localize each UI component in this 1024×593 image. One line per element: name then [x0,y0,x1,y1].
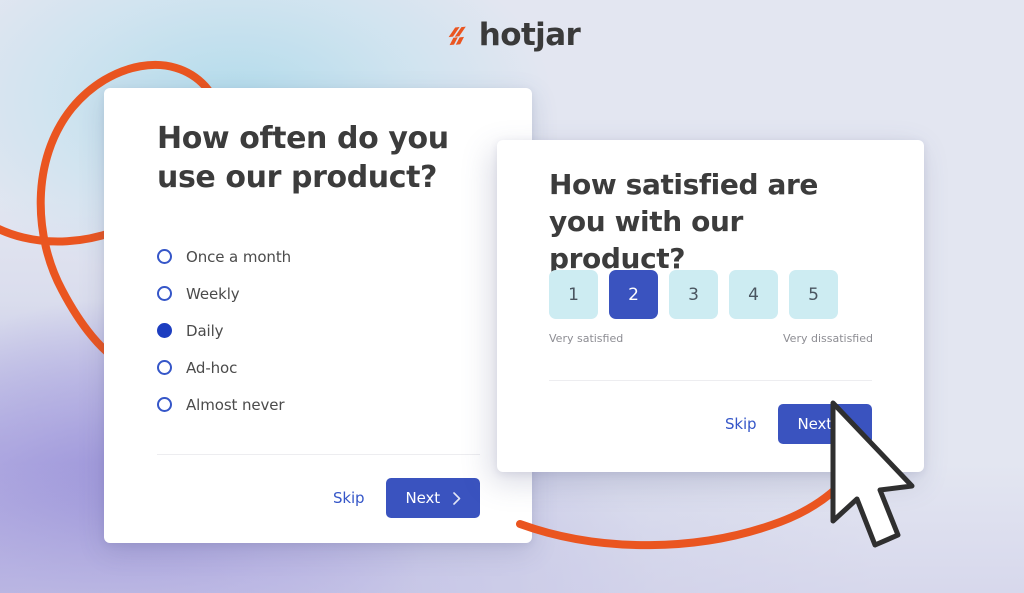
radio-unchecked-icon[interactable] [157,249,172,264]
usage-card-divider [157,454,480,455]
survey-promo-scene: hotjar How often do you use our product?… [0,0,1024,593]
rating-option-2-selected[interactable]: 2 [609,270,658,319]
usage-next-button-label: Next [405,489,440,507]
chevron-right-icon [845,417,853,431]
usage-option-daily[interactable]: Daily [157,312,477,349]
usage-option-label: Daily [186,321,224,340]
rating-option-1[interactable]: 1 [549,270,598,319]
usage-option-ad-hoc[interactable]: Ad-hoc [157,349,477,386]
usage-option-label: Almost never [186,395,285,414]
hotjar-logo: hotjar [0,20,1024,51]
usage-option-almost-never[interactable]: Almost never [157,386,477,423]
usage-next-button[interactable]: Next [386,478,480,518]
hotjar-wordmark: hotjar [478,17,581,53]
radio-unchecked-icon[interactable] [157,286,172,301]
satisfaction-card-footer: Skip Next [725,404,872,444]
satisfaction-next-button[interactable]: Next [778,404,872,444]
rating-option-3[interactable]: 3 [669,270,718,319]
usage-option-weekly[interactable]: Weekly [157,275,477,312]
rating-option-4[interactable]: 4 [729,270,778,319]
usage-option-label: Ad-hoc [186,358,238,377]
satisfaction-card-divider [549,380,872,381]
usage-option-once-a-month[interactable]: Once a month [157,238,477,275]
hotjar-logo-mark [448,26,466,45]
satisfaction-skip-link[interactable]: Skip [725,415,757,433]
usage-skip-link[interactable]: Skip [333,489,365,507]
scale-high-end-label: Very dissatisfied [783,332,873,345]
usage-frequency-survey-card: How often do you use our product? Once a… [104,88,532,543]
radio-checked-icon[interactable] [157,323,172,338]
usage-question-title: How often do you use our product? [157,121,449,196]
satisfaction-question-title: How satisfied are you with our product? [549,168,818,275]
satisfaction-rating-scale: 1 2 3 4 5 [549,270,838,319]
satisfaction-next-button-label: Next [797,415,832,433]
radio-unchecked-icon[interactable] [157,397,172,412]
scale-low-end-label: Very satisfied [549,332,624,345]
chevron-right-icon [453,491,461,505]
usage-option-label: Weekly [186,284,240,303]
usage-options-list: Once a month Weekly Daily Ad-hoc Almost … [157,238,477,423]
rating-option-5[interactable]: 5 [789,270,838,319]
usage-card-footer: Skip Next [333,478,480,518]
radio-unchecked-icon[interactable] [157,360,172,375]
usage-option-label: Once a month [186,247,292,266]
satisfaction-survey-card: How satisfied are you with our product? … [497,140,924,472]
satisfaction-scale-end-labels: Very satisfied Very dissatisfied [549,332,873,345]
